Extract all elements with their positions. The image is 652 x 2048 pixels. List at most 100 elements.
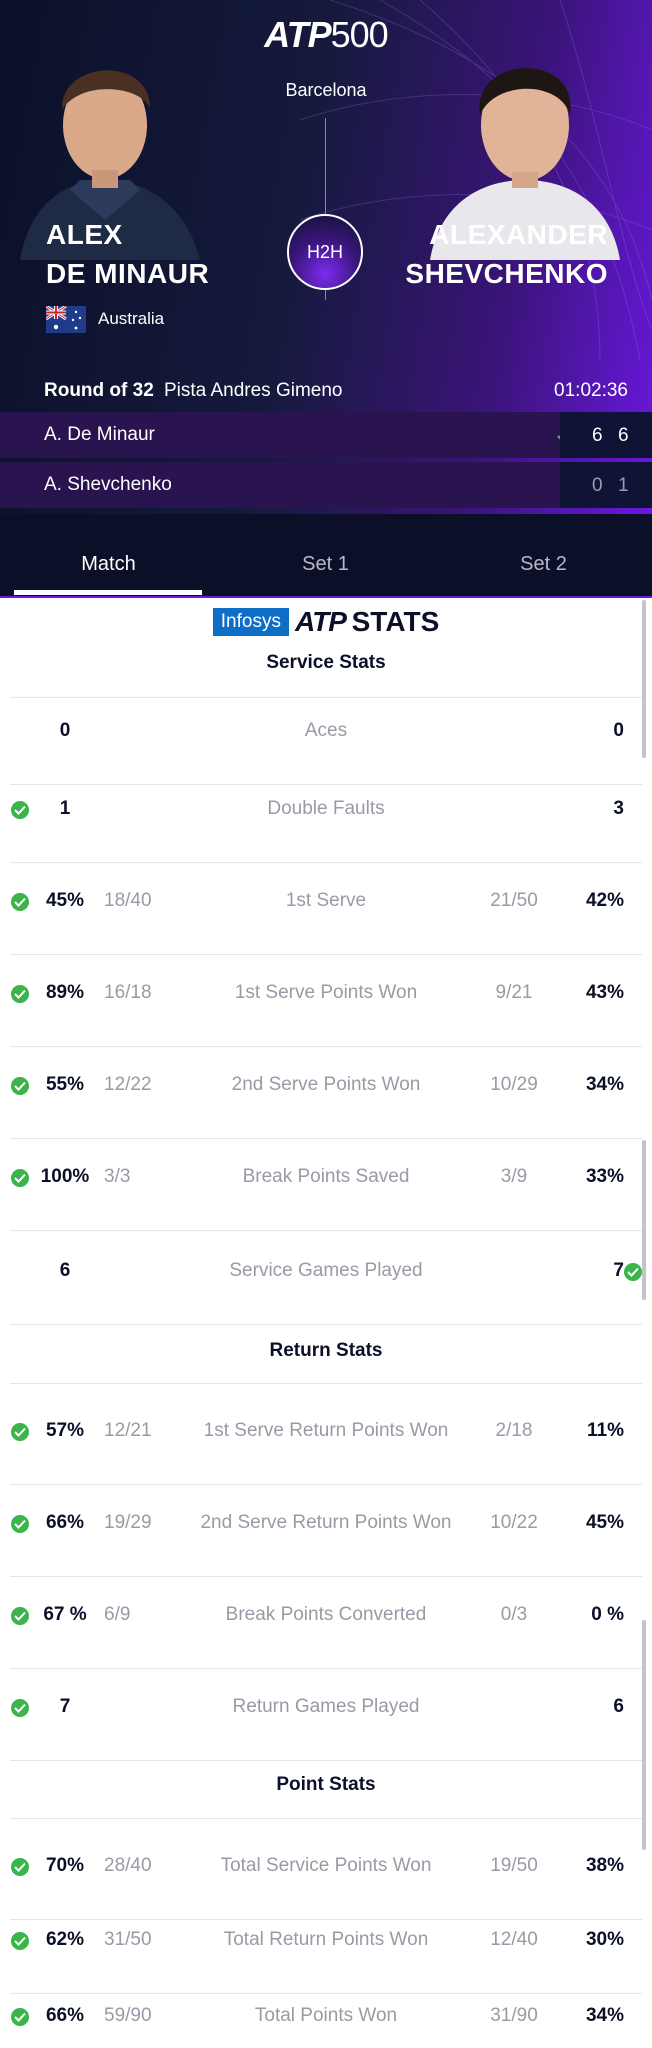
stat-left-value: 67 % (43, 1604, 87, 1625)
stat-left-fraction: 18/40 (104, 890, 152, 911)
stat-right-fraction: 9/21 (495, 982, 533, 1003)
stat-label: 1st Serve Points Won (234, 982, 418, 1003)
divider (10, 1046, 642, 1047)
stat-left-value: 0 (59, 720, 71, 741)
match-court: Pista Andres Gimeno (164, 380, 343, 401)
score-tail-player1: 6 6 (560, 412, 652, 458)
divider (10, 1668, 642, 1669)
stat-right-value: 45% (585, 1512, 624, 1533)
stat-right-value: 42% (585, 890, 624, 911)
score-set2: 6 (618, 425, 629, 446)
divider (10, 1324, 642, 1325)
h2h-button[interactable]: H2H (287, 214, 363, 290)
match-header: ATP500 Barcelona H2H ALEX DE MINAUR ALEX… (0, 0, 652, 514)
winner-check-icon (11, 1607, 29, 1625)
scrollbar-thumb[interactable] (642, 600, 646, 758)
divider (10, 697, 642, 698)
stat-row: 6 Service Games Played 7 (0, 1260, 652, 1300)
stat-left-fraction: 6/9 (104, 1604, 131, 1625)
stat-row: 0 Aces 0 (0, 720, 652, 760)
tab-bar: Match Set 1 Set 2 (0, 535, 652, 597)
section-title-service: Service Stats (266, 652, 386, 673)
stat-row: 7 Return Games Played 6 (0, 1696, 652, 1736)
section-title-points: Point Stats (276, 1774, 376, 1795)
center-divider-bottom (325, 290, 326, 300)
atp-stats-logo: ATP STATS (294, 606, 440, 637)
stat-row: 62% 31/50 Total Return Points Won 12/40 30% (0, 1929, 652, 1969)
stat-right-value: 11% (587, 1420, 624, 1441)
divider (10, 1919, 642, 1920)
stat-left-value: 66% (45, 2005, 85, 2026)
stat-left-value: 66% (45, 1512, 85, 1533)
player1-country: Australia (98, 309, 165, 328)
winner-check-icon (11, 1515, 29, 1533)
infosys-atp-stats-logo: Infosys ATP STATS (0, 606, 652, 638)
stat-label: Break Points Converted (225, 1604, 427, 1625)
player1-first-name: ALEX (46, 219, 123, 250)
scrollbar-thumb[interactable] (642, 1140, 646, 1300)
scrollbar-thumb[interactable] (642, 1620, 646, 1850)
tab-set-2[interactable]: Set 2 (435, 553, 652, 576)
stat-left-value: 62% (45, 1929, 85, 1950)
stat-left-value: 45% (45, 890, 85, 911)
divider (10, 1230, 642, 1231)
stat-label: Total Service Points Won (220, 1855, 432, 1876)
winner-check-icon (11, 1932, 29, 1950)
stat-right-fraction: 10/29 (490, 1074, 538, 1095)
stat-left-fraction: 59/90 (104, 2005, 152, 2026)
score-tail-player2: 0 1 (560, 462, 652, 508)
center-divider-top (325, 118, 326, 214)
stat-right-value: 0 % (591, 1604, 624, 1625)
stat-label: Total Points Won (254, 2005, 398, 2026)
winner-check-icon (11, 1169, 29, 1187)
divider (10, 784, 642, 785)
stat-row: 55% 12/22 2nd Serve Points Won 10/29 34% (0, 1074, 652, 1114)
player2-name: ALEXANDER SHEVCHENKO (405, 215, 608, 293)
stat-right-fraction: 0/3 (500, 1604, 528, 1625)
stat-right-fraction: 10/22 (490, 1512, 538, 1533)
winner-check-icon (11, 801, 29, 819)
stat-right-value: 33% (585, 1166, 624, 1187)
stat-label: Total Return Points Won (223, 1929, 429, 1950)
stat-right-fraction: 31/90 (490, 2005, 538, 2026)
tab-set-1[interactable]: Set 1 (217, 553, 434, 576)
stat-right-fraction: 3/9 (500, 1166, 528, 1187)
stat-left-value: 1 (59, 798, 71, 819)
tab-match[interactable]: Match (0, 553, 217, 576)
winner-check-icon (11, 1858, 29, 1876)
divider (10, 954, 642, 955)
player1-last-name: DE MINAUR (46, 258, 210, 289)
stat-label: 1st Serve (285, 890, 367, 911)
stat-left-value: 57% (45, 1420, 85, 1441)
stat-row: 66% 19/29 2nd Serve Return Points Won 10/22… (0, 1512, 652, 1552)
stat-left-value: 89% (45, 982, 85, 1003)
match-duration: 01:02:36 (554, 380, 628, 401)
stat-row: 67 % 6/9 Break Points Converted 0/3 0 % (0, 1604, 652, 1644)
player2-first-name: ALEXANDER (429, 219, 608, 250)
stat-right-value: 0 (613, 720, 624, 741)
stat-right-value: 34% (585, 2005, 624, 2026)
divider (10, 862, 642, 863)
winner-check-icon (11, 2008, 29, 2026)
stat-row: 45% 18/40 1st Serve 21/50 42% (0, 890, 652, 930)
divider (10, 1818, 642, 1819)
stat-row: 70% 28/40 Total Service Points Won 19/50 38% (0, 1855, 652, 1895)
stat-right-value: 38% (585, 1855, 624, 1876)
stat-right-fraction: 19/50 (490, 1855, 538, 1876)
score-set1: 0 (592, 475, 603, 496)
stat-right-value: 3 (613, 798, 624, 819)
stat-label: Service Games Played (229, 1260, 423, 1281)
winner-check-icon (624, 1263, 642, 1281)
score-player-name: A. De Minaur (44, 424, 155, 445)
match-round: Round of 32 (44, 380, 154, 401)
divider (10, 1993, 642, 1994)
divider (10, 1383, 642, 1384)
stat-label: Return Games Played (232, 1696, 420, 1717)
stat-left-fraction: 19/29 (104, 1512, 152, 1533)
active-tab-indicator (14, 590, 202, 595)
stat-right-value: 43% (585, 982, 624, 1003)
score-set2: 1 (618, 475, 629, 496)
stat-left-value: 7 (59, 1696, 71, 1717)
score-set1: 6 (592, 425, 603, 446)
stat-left-fraction: 3/3 (104, 1166, 131, 1187)
